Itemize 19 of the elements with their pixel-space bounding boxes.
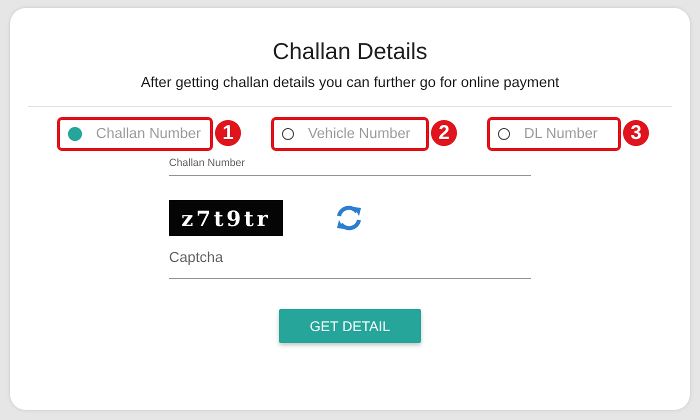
callout-badge: 3 xyxy=(621,118,651,148)
radio-option[interactable]: Challan Number xyxy=(57,117,213,151)
refresh-icon[interactable] xyxy=(335,205,363,231)
field-label: Challan Number xyxy=(169,157,245,169)
radio-option[interactable]: Vehicle Number xyxy=(271,117,429,151)
subtitle: After getting challan details you can further go for online payment xyxy=(140,75,560,91)
option-label: Vehicle Number xyxy=(308,126,410,142)
radio-button[interactable] xyxy=(68,127,82,141)
captcha-image: z7t9tr xyxy=(169,200,283,236)
page-title: Challan Details xyxy=(272,38,428,65)
captcha-field[interactable]: Captcha xyxy=(169,250,531,279)
option-label: Challan Number xyxy=(96,126,201,142)
radio-button[interactable] xyxy=(282,128,294,140)
radio-option[interactable]: DL Number xyxy=(487,117,621,151)
callout-badge: 2 xyxy=(429,118,459,148)
radio-button[interactable] xyxy=(498,128,510,140)
callout-badge: 1 xyxy=(213,118,243,148)
get-detail-button[interactable]: GET DETAIL xyxy=(279,309,421,343)
option-label: DL Number xyxy=(524,126,598,142)
